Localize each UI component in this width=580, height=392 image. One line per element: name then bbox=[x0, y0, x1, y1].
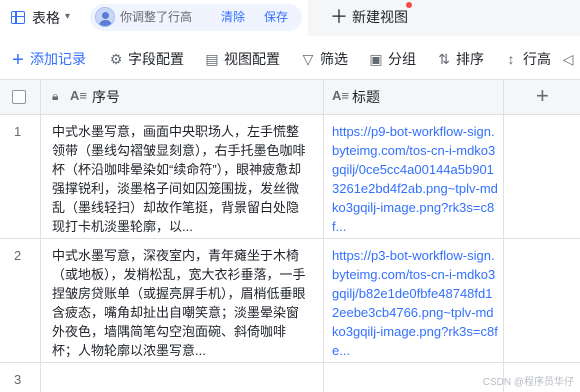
divider bbox=[503, 80, 504, 392]
text-field-type-icon: A≡ bbox=[70, 88, 87, 103]
view-bar: 表格 ▾ 你调整了行高 清除 保存 ＋新建视图 bbox=[0, 0, 580, 36]
row-height-icon: ↕ bbox=[507, 51, 515, 67]
chevron-down-icon[interactable]: ▾ bbox=[65, 11, 70, 22]
sort-icon: ⇅ bbox=[438, 51, 450, 67]
more-options-button[interactable]: ◁ bbox=[560, 50, 580, 68]
row-number: 2 bbox=[14, 248, 22, 263]
plus-icon: + bbox=[12, 49, 24, 71]
select-all-checkbox[interactable] bbox=[12, 90, 26, 104]
group-icon: ▣ bbox=[369, 51, 383, 67]
notification-dot bbox=[406, 2, 412, 8]
divider bbox=[0, 362, 580, 363]
add-record-button[interactable]: + 添加记录 bbox=[10, 49, 86, 71]
table-cell-title-link[interactable]: https://p3-bot-workflow-sign.byteimg.com… bbox=[332, 246, 498, 360]
notice-message: 你调整了行高 bbox=[120, 10, 193, 24]
layout-icon: ▤ bbox=[205, 51, 219, 67]
avatar bbox=[95, 7, 115, 27]
field-config-label: 字段配置 bbox=[128, 51, 184, 67]
add-column-button[interactable]: + bbox=[536, 83, 549, 109]
table-cell-title-link[interactable]: https://p9-bot-workflow-sign.byteimg.com… bbox=[332, 122, 498, 236]
text-field-type-icon: A≡ bbox=[332, 88, 349, 103]
save-button[interactable]: 保存 bbox=[264, 10, 288, 25]
table-cell-index[interactable]: 中式水墨写意，深夜室内，青年瘫坐于木椅（或地板），发梢松乱，宽大衣衫垂落，一手捏… bbox=[52, 246, 310, 360]
lock-icon: 🔒︎ bbox=[52, 89, 59, 103]
gear-icon: ⚙ bbox=[109, 51, 123, 67]
new-view-label: 新建视图 bbox=[352, 9, 408, 25]
sort-label: 排序 bbox=[456, 51, 484, 67]
row-number: 3 bbox=[14, 372, 22, 387]
new-view-button[interactable]: ＋新建视图 bbox=[330, 8, 408, 26]
add-record-label: 添加记录 bbox=[30, 51, 86, 67]
group-label: 分组 bbox=[388, 51, 416, 67]
watermark: CSDN @程序员华仔 bbox=[482, 377, 574, 388]
view-tab-label: 表格 bbox=[32, 10, 60, 26]
divider bbox=[40, 80, 41, 392]
divider bbox=[0, 238, 580, 239]
data-grid: 🔒︎ A≡ 序号 A≡ 标题 + 1 中式水墨写意，画面中央职场人，左手慌整领带… bbox=[0, 80, 580, 392]
more-icon: ◁ bbox=[562, 51, 574, 67]
grid-header-row: 🔒︎ A≡ 序号 A≡ 标题 + bbox=[0, 80, 580, 114]
row-number: 1 bbox=[14, 124, 22, 139]
clear-button[interactable]: 清除 bbox=[221, 10, 245, 25]
unsaved-change-notice: 你调整了行高 清除 保存 bbox=[90, 4, 302, 31]
filter-button[interactable]: ▽ 筛选 bbox=[300, 50, 348, 68]
sort-button[interactable]: ⇅ 排序 bbox=[436, 50, 484, 68]
grid-table-icon bbox=[11, 11, 25, 24]
view-config-button[interactable]: ▤ 视图配置 bbox=[204, 50, 280, 68]
divider bbox=[0, 114, 580, 115]
field-config-button[interactable]: ⚙ 字段配置 bbox=[108, 50, 184, 68]
plus-icon: ＋ bbox=[330, 7, 348, 27]
view-tab-table[interactable]: 表格 ▾ 你调整了行高 清除 保存 bbox=[0, 0, 308, 36]
filter-label: 筛选 bbox=[320, 51, 348, 67]
view-config-label: 视图配置 bbox=[224, 51, 280, 67]
group-button[interactable]: ▣ 分组 bbox=[368, 50, 416, 68]
column-header-title[interactable]: 标题 bbox=[352, 89, 380, 106]
toolbar: + 添加记录 ⚙ 字段配置 ▤ 视图配置 ▽ 筛选 ▣ 分组 ⇅ 排序 ↕ 行高 ◁ bbox=[0, 36, 580, 80]
row-height-button[interactable]: ↕ 行高 bbox=[503, 50, 552, 68]
table-cell-index[interactable]: 中式水墨写意，画面中央职场人，左手慌整领带（墨线勾褶皱显刻意），右手托墨色咖啡杯… bbox=[52, 122, 310, 236]
row-height-label: 行高 bbox=[523, 51, 551, 67]
filter-icon: ▽ bbox=[302, 51, 314, 67]
column-header-index[interactable]: 序号 bbox=[92, 89, 120, 106]
divider bbox=[323, 80, 324, 392]
